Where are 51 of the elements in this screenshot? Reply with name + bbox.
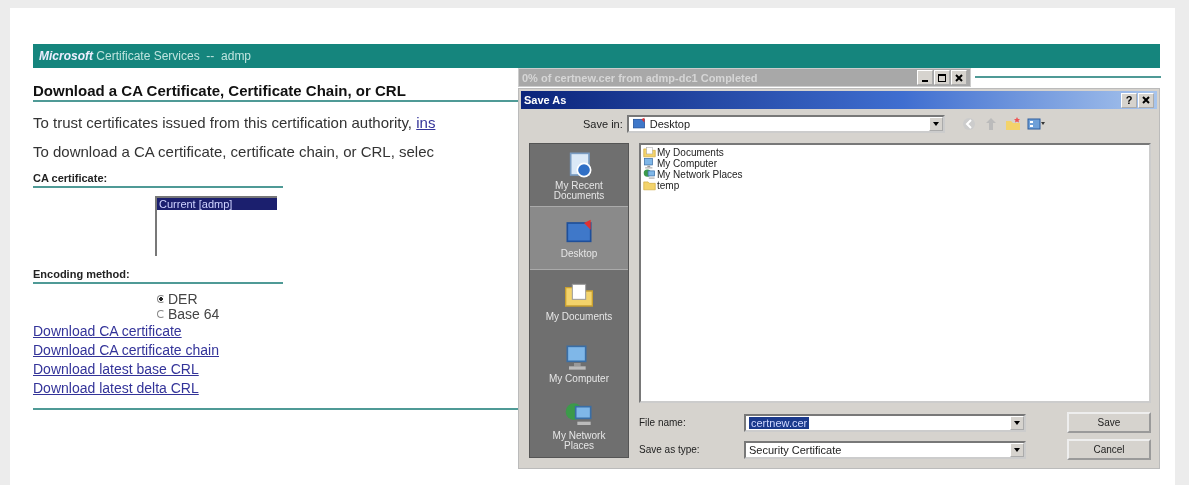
places-item[interactable]: My Network Places xyxy=(530,394,628,457)
file-item[interactable]: My Network Places xyxy=(643,169,743,180)
close-icon xyxy=(1141,95,1151,105)
list-option[interactable]: Current [admp] xyxy=(157,198,277,210)
download-link[interactable]: Download latest delta CRL xyxy=(33,379,199,398)
view-menu-icon xyxy=(1026,116,1045,132)
close-button[interactable] xyxy=(951,70,967,85)
desktop-icon xyxy=(631,117,646,131)
file-item[interactable]: My Computer xyxy=(643,158,717,169)
intro-text: To trust certificates issued from this certification authority, ins xyxy=(33,114,437,131)
radio-label: DER xyxy=(168,290,198,307)
maximize-button[interactable] xyxy=(934,70,950,85)
folder-icon xyxy=(643,146,656,159)
file-type-dropdown[interactable]: Security Certificate xyxy=(744,440,1026,459)
minimize-icon xyxy=(922,79,928,82)
radio-button[interactable] xyxy=(157,294,165,303)
certificate-list[interactable]: Current [admp] xyxy=(155,196,277,256)
field-label: File name: xyxy=(639,417,687,428)
help-button[interactable]: ? xyxy=(1121,92,1137,108)
section-label: CA certificate: xyxy=(33,172,283,188)
computer-icon xyxy=(643,157,656,170)
download-link[interactable]: Download CA certificate chain xyxy=(33,341,219,360)
install-link[interactable]: ins xyxy=(416,114,436,131)
section-label: Encoding method: xyxy=(33,268,283,284)
places-item[interactable]: My Recent Documents xyxy=(530,144,628,207)
caret-icon xyxy=(931,120,940,128)
places-item[interactable]: My Computer xyxy=(530,332,628,395)
field-label: Save in: xyxy=(583,118,623,130)
caret-icon xyxy=(1013,445,1021,454)
download-link[interactable]: Download CA certificate xyxy=(33,322,182,341)
file-name-field[interactable]: certnew.cer xyxy=(744,413,1026,432)
close-icon xyxy=(954,72,964,83)
back-icon xyxy=(960,116,977,132)
download-link[interactable]: Download latest base CRL xyxy=(33,360,199,379)
minimize-button[interactable] xyxy=(917,70,933,85)
places-item[interactable]: My Documents xyxy=(530,270,628,333)
radio-label: Base 64 xyxy=(168,305,220,322)
field-label: Save as type: xyxy=(639,444,701,455)
cancel-button[interactable]: Cancel xyxy=(1067,439,1151,460)
network-computer-icon xyxy=(643,168,656,181)
file-item[interactable]: temp xyxy=(643,180,680,191)
file-item[interactable]: My Documents xyxy=(643,147,724,158)
banner-title: Microsoft Certificate Services -- admp xyxy=(39,49,252,63)
maximize-icon xyxy=(937,72,947,83)
new-folder-icon xyxy=(1004,116,1021,132)
caret-icon xyxy=(1013,418,1021,427)
save-button[interactable]: Save xyxy=(1067,412,1151,433)
instruction-text: To download a CA certificate, certificate chain, or CRL, selec xyxy=(33,143,436,160)
save-in-dropdown[interactable]: Desktop xyxy=(626,115,945,133)
close-button[interactable] xyxy=(1138,92,1154,108)
folder-icon xyxy=(643,179,656,192)
